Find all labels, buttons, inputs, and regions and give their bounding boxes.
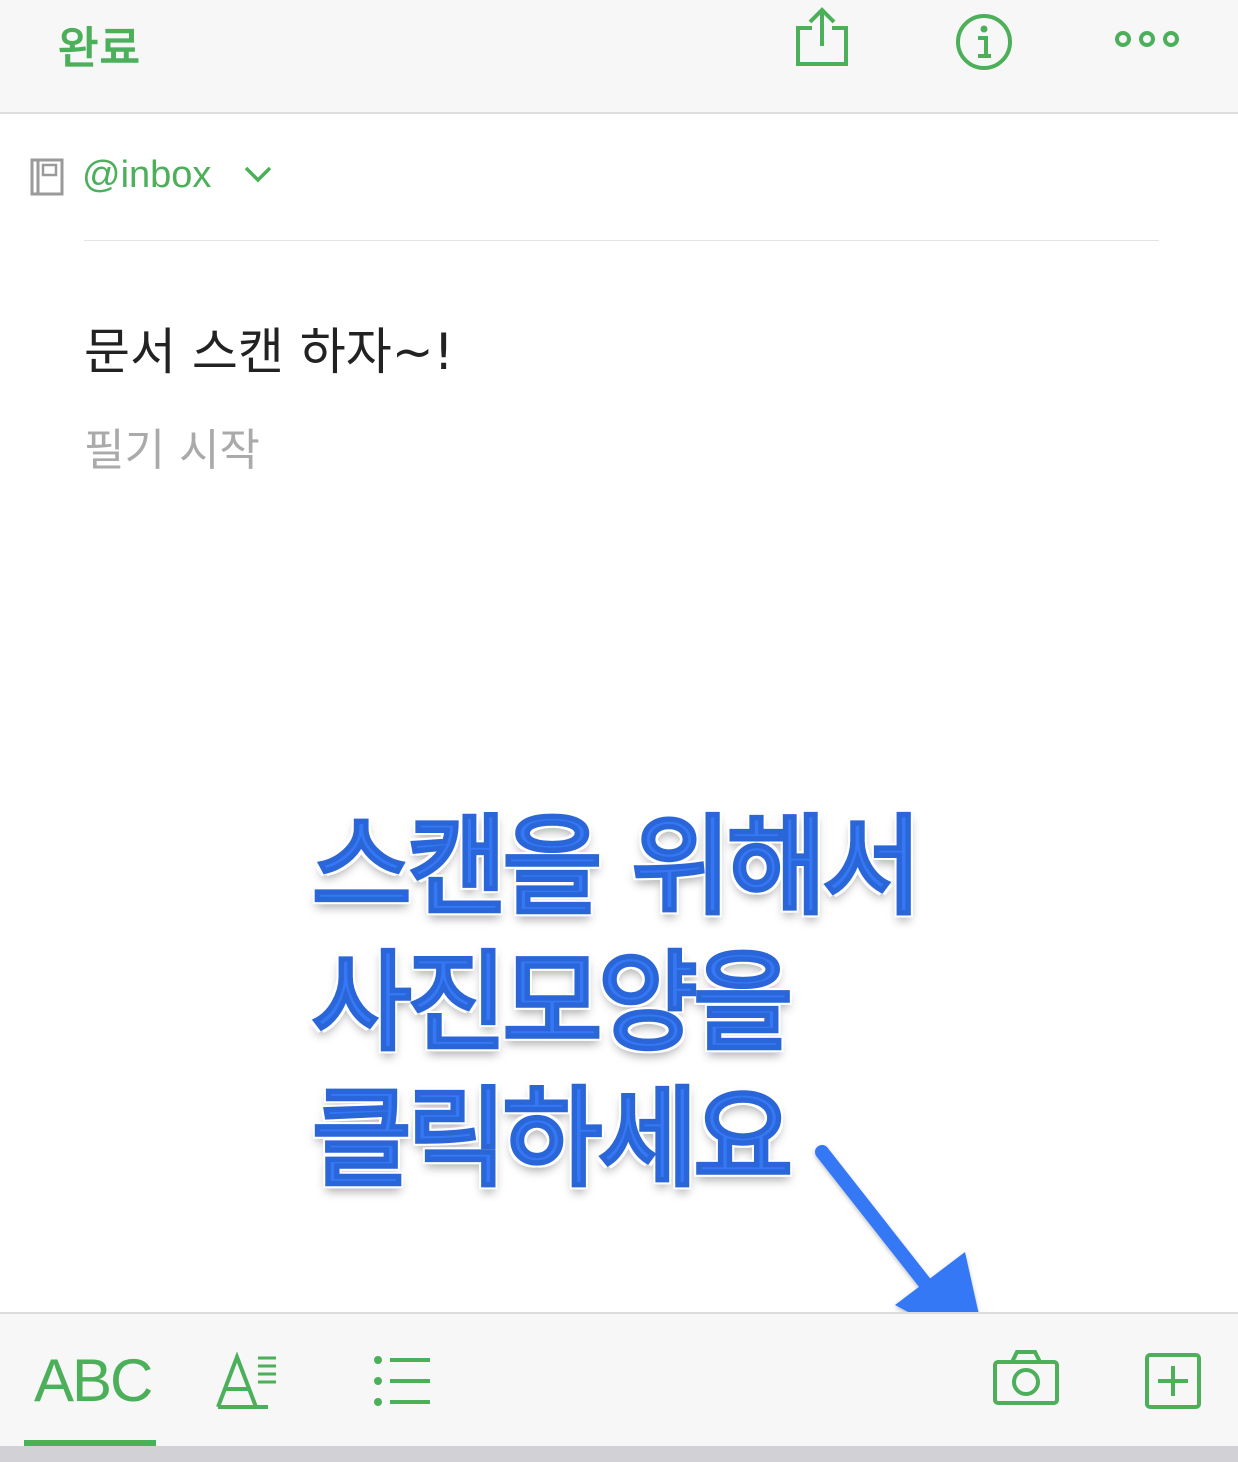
annotation-line: 사진모양을 <box>311 940 794 1067</box>
camera-icon[interactable] <box>992 1348 1060 1406</box>
share-icon[interactable] <box>794 6 850 68</box>
notebook-icon <box>30 158 64 196</box>
notebook-name[interactable]: @inbox <box>82 154 211 197</box>
divider <box>84 240 1159 241</box>
note-title[interactable]: 문서 스캔 하자~! <box>84 312 454 384</box>
more-icon[interactable] <box>1112 28 1182 50</box>
done-button[interactable]: 완료 <box>58 12 141 76</box>
home-indicator-area <box>0 1446 1238 1462</box>
chevron-down-icon[interactable] <box>242 164 274 184</box>
annotation-line: 스캔을 위해서 <box>311 804 923 931</box>
notebook-selector[interactable]: @inbox <box>30 150 430 210</box>
text-style-icon[interactable] <box>214 1352 280 1410</box>
top-navigation-bar: 완료 <box>0 0 1238 114</box>
text-format-button[interactable]: ABC <box>34 1346 153 1415</box>
info-icon[interactable] <box>954 12 1014 72</box>
list-icon[interactable] <box>372 1354 434 1408</box>
note-body-placeholder[interactable]: 필기 시작 <box>84 414 260 478</box>
add-attachment-icon[interactable] <box>1144 1352 1202 1410</box>
